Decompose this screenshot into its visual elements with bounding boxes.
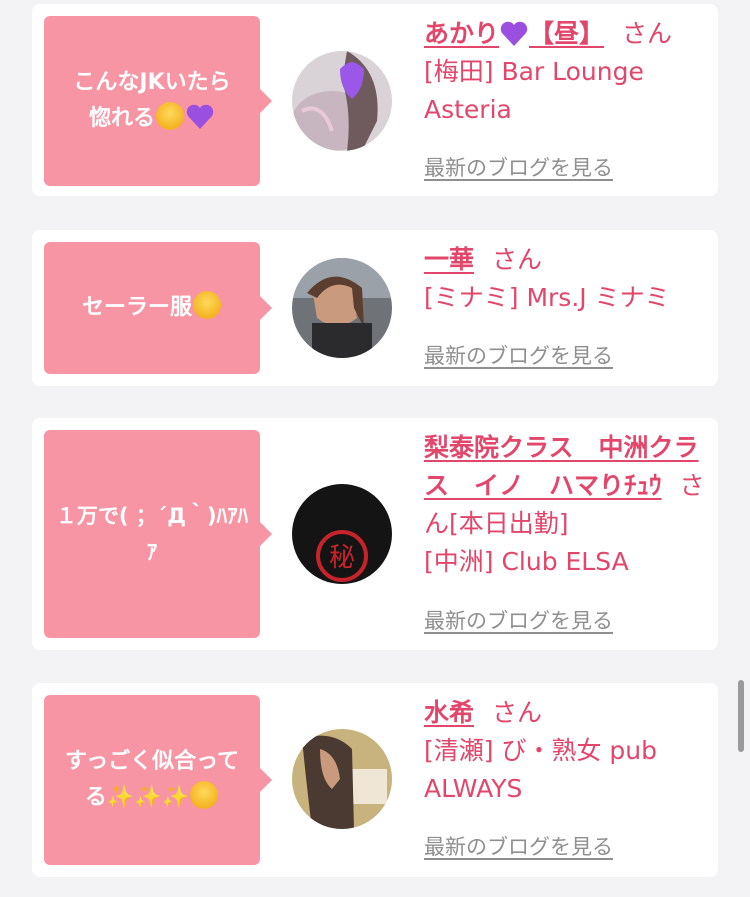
shop-name: [ミナミ] Mrs.J ミナミ	[424, 283, 670, 312]
shop-name: [中洲] Club ELSA	[424, 547, 629, 576]
comment-text: こんなJKいたら 惚れる	[73, 70, 231, 131]
comment-text: １万で( ；´Д｀)ﾊｱﾊｱ	[55, 504, 249, 564]
comment-bubble: １万で( ；´Д｀)ﾊｱﾊｱ	[44, 430, 272, 638]
sparkles-icon: ✨✨✨	[106, 785, 190, 810]
latest-blog-link[interactable]: 最新のブログを見る	[424, 340, 613, 370]
latest-blog-link[interactable]: 最新のブログを見る	[424, 605, 613, 635]
comment-text: セーラー服	[82, 290, 222, 326]
girl-name-link[interactable]: 水希	[424, 698, 474, 727]
girl-info: 水希 さん [清瀬] び・熟女 pub ALWAYS	[424, 694, 706, 808]
girl-card: セーラー服 一華 さん [ミナミ] Mrs.J ミナミ 最新のブログを見る	[32, 230, 718, 386]
heart-eyes-icon	[193, 291, 221, 319]
honorific: さん	[622, 19, 673, 48]
girl-info: 梨泰院クラス 中洲クラス イノ ハマりﾁｭｳ さん[本日出勤] [中洲] Club…	[424, 429, 706, 581]
comment-text: すっごく似合って る✨✨✨	[64, 749, 240, 810]
girl-info: 一華 さん [ミナミ] Mrs.J ミナミ	[424, 241, 706, 317]
girl-name-link[interactable]: 一華	[424, 245, 474, 274]
pleading-face-icon	[156, 102, 184, 130]
girl-card: こんなJKいたら 惚れる あかり 【昼】 さん [梅田] Bar Lounge As…	[32, 4, 718, 196]
latest-blog-link[interactable]: 最新のブログを見る	[424, 831, 613, 861]
svg-text:秘: 秘	[329, 543, 355, 573]
shop-name: [清瀬] び・熟女 pub ALWAYS	[424, 736, 657, 803]
avatar[interactable]	[292, 258, 392, 358]
honorific: さん	[492, 698, 543, 727]
purple-heart-icon	[500, 20, 528, 46]
girl-name-link[interactable]: 梨泰院クラス 中洲クラス イノ ハマりﾁｭｳ	[424, 433, 699, 500]
latest-blog-link[interactable]: 最新のブログを見る	[424, 152, 613, 182]
comment-bubble: こんなJKいたら 惚れる	[44, 16, 272, 186]
comment-bubble: すっごく似合って る✨✨✨	[44, 695, 272, 865]
purple-heart-icon	[186, 104, 214, 130]
avatar[interactable]	[292, 51, 392, 151]
avatar[interactable]: 秘	[292, 484, 392, 584]
shop-name: [梅田] Bar Lounge Asteria	[424, 57, 644, 124]
honorific: さん	[492, 245, 543, 274]
girl-card: すっごく似合って る✨✨✨ 水希 さん [清瀬] び・熟女 pub ALWAYS …	[32, 683, 718, 877]
girl-name-link[interactable]: あかり 【昼】	[424, 19, 604, 48]
girl-info: あかり 【昼】 さん [梅田] Bar Lounge Asteria	[424, 15, 706, 129]
comment-bubble: セーラー服	[44, 242, 272, 374]
heart-eyes-icon	[190, 781, 219, 809]
status-label: [本日出勤]	[449, 509, 569, 538]
girl-card: １万で( ；´Д｀)ﾊｱﾊｱ 秘 梨泰院クラス 中洲クラス イノ ハマりﾁｭｳさ…	[32, 418, 718, 650]
avatar[interactable]	[292, 729, 392, 829]
scrollbar[interactable]	[738, 680, 744, 752]
